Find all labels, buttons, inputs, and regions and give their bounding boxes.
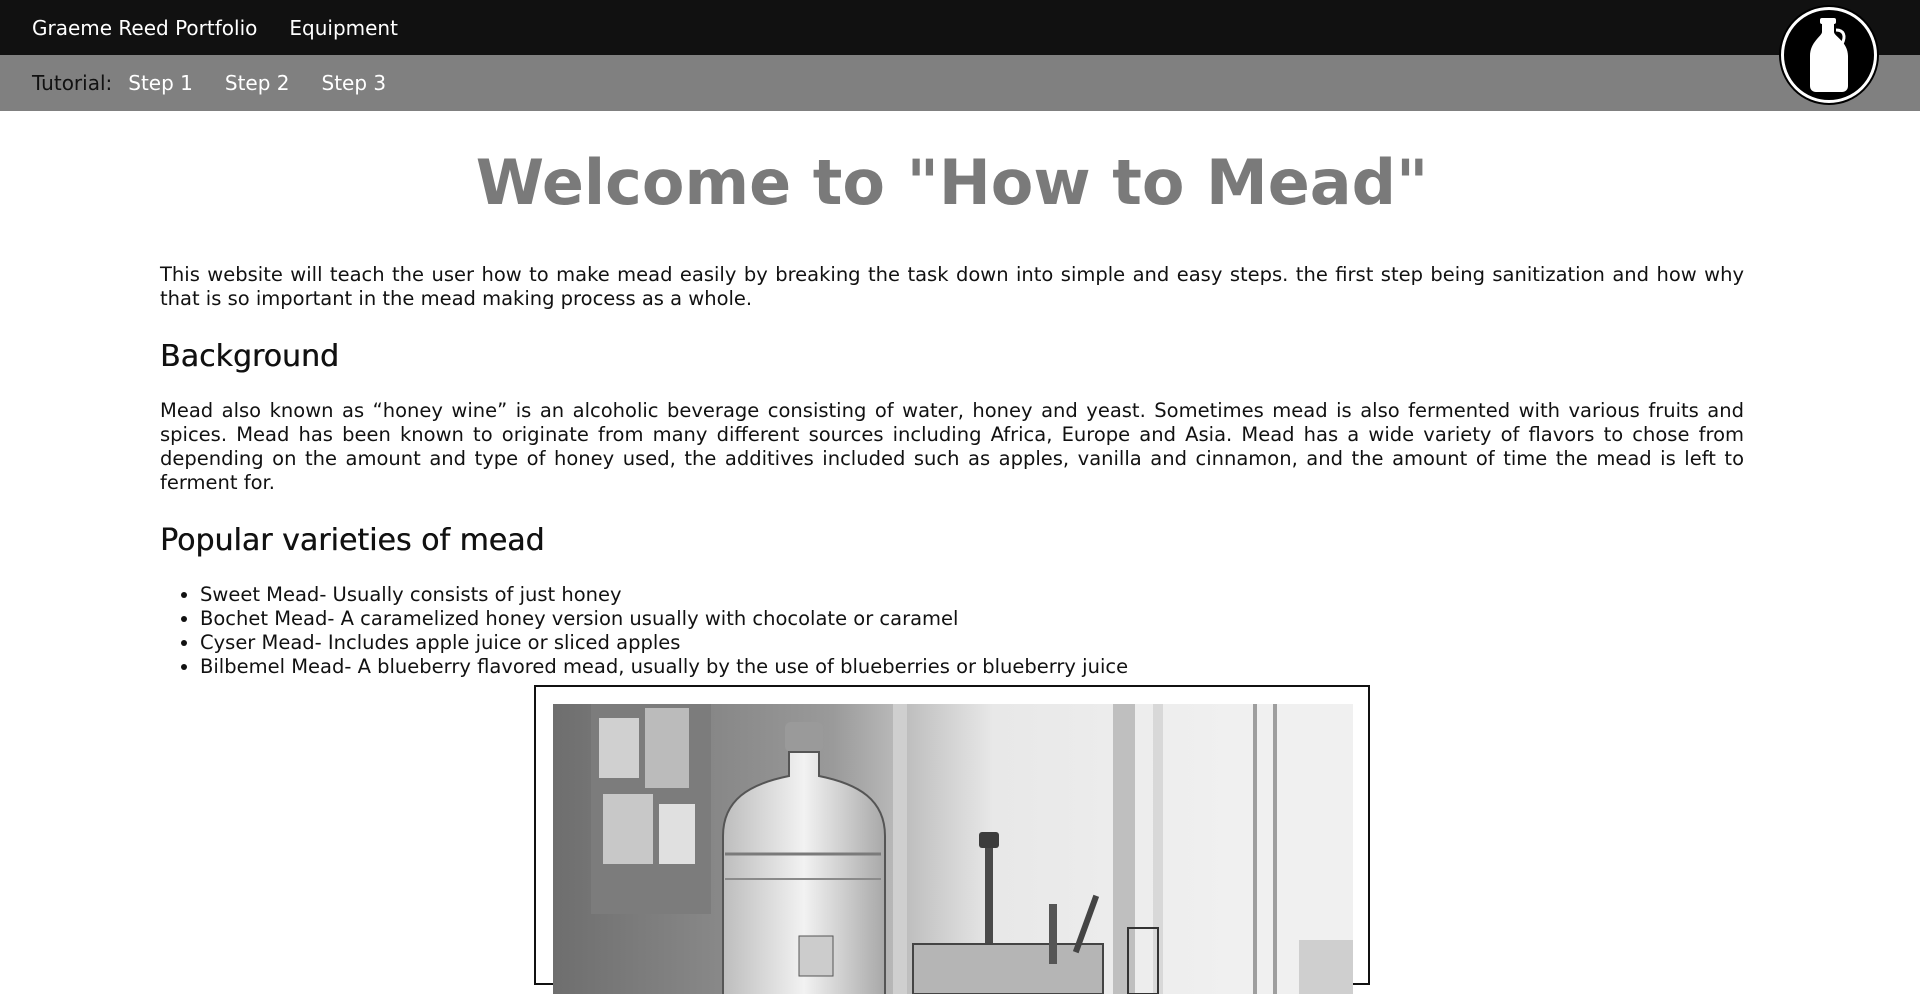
list-item: Sweet Mead- Usually consists of just hon… [200,583,1744,607]
list-item: Bochet Mead- A caramelized honey version… [200,607,1744,631]
site-logo[interactable] [1781,7,1877,103]
tutorial-subnav: Tutorial: Step 1 Step 2 Step 3 [0,55,1920,111]
tutorial-step-2-link[interactable]: Step 2 [225,71,290,95]
tutorial-step-1-link[interactable]: Step 1 [128,71,193,95]
background-heading: Background [160,339,339,375]
image-frame [534,685,1370,994]
intro-paragraph: This website will teach the user how to … [160,263,1744,311]
nav-link-equipment[interactable]: Equipment [289,16,398,40]
varieties-heading: Popular varieties of mead [160,523,545,559]
page-title: Welcome to "How to Mead" [475,146,1429,219]
tutorial-label: Tutorial: [32,71,113,95]
list-item: Cyser Mead- Includes apple juice or slic… [200,631,1744,655]
list-item: Bilbemel Mead- A blueberry flavored mead… [200,655,1744,679]
nav-brand-link[interactable]: Graeme Reed Portfolio [32,16,257,40]
mead-jug-icon [1810,18,1848,92]
mead-equipment-photo [553,704,1353,994]
varieties-list: Sweet Mead- Usually consists of just hon… [160,583,1744,679]
top-navbar: Graeme Reed Portfolio Equipment [0,0,1920,55]
tutorial-step-3-link[interactable]: Step 3 [322,71,387,95]
background-paragraph: Mead also known as “honey wine” is an al… [160,399,1744,495]
main-content: Welcome to "How to Mead" This website wi… [160,111,1744,679]
